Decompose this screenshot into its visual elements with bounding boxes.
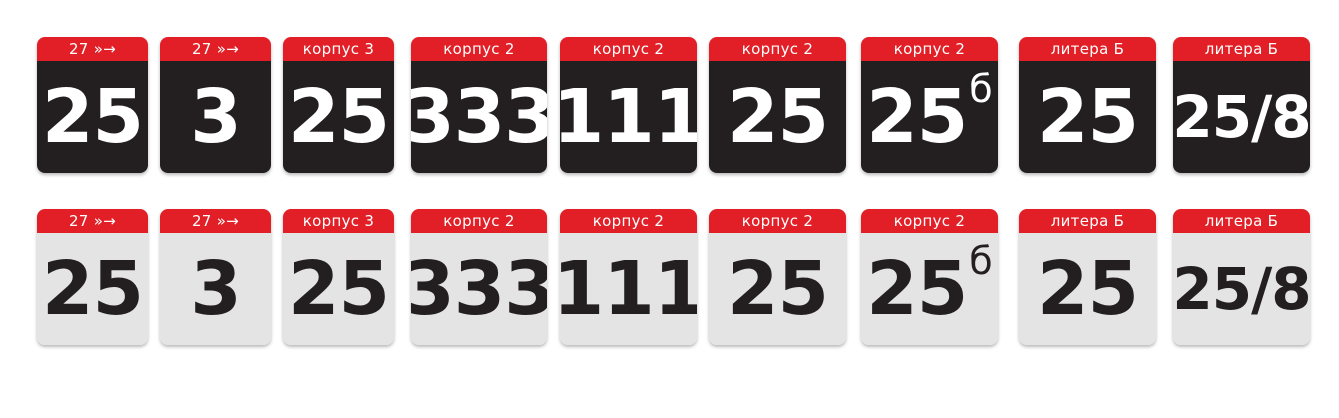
light-plates-row: 27 »→ 25 27 »→ 3 корпус 3 25 корпус 2 333 корпус… xyxy=(0,209,1339,347)
house-number-plate: 27 »→ 3 xyxy=(160,37,271,173)
house-number-plate: корпус 2 25 xyxy=(709,37,846,173)
plate-number-box: 25/8 xyxy=(1173,233,1310,345)
house-number-plate: 27 »→ 25 xyxy=(37,37,148,173)
plate-label: 27 »→ xyxy=(160,37,271,61)
plate-number: 25/8 xyxy=(1173,255,1310,323)
plate-label: 27 »→ xyxy=(37,37,148,61)
plate-label: корпус 2 xyxy=(709,37,846,61)
house-number-plate: литера Б 25 xyxy=(1019,37,1156,173)
plate-number: 25 xyxy=(42,246,144,332)
plate-number-box: 25 б xyxy=(861,233,998,345)
plate-label: корпус 3 xyxy=(283,37,394,61)
house-number-plate: литера Б 25 xyxy=(1019,209,1156,345)
plate-label: корпус 2 xyxy=(861,37,998,61)
plate-number: 111 xyxy=(560,246,697,332)
plate-number-box: 3 xyxy=(160,61,271,173)
house-number-plate: корпус 3 25 xyxy=(283,37,394,173)
plate-number: 25 xyxy=(42,74,144,160)
plate-number-box: 25 xyxy=(283,61,394,173)
house-number-plate: литера Б 25/8 xyxy=(1173,37,1310,173)
plate-number-box: 3 xyxy=(160,233,271,345)
plate-number-box: 25 xyxy=(1019,61,1156,173)
house-number-plate: корпус 2 333 xyxy=(411,209,547,345)
house-number-plate: 27 »→ 25 xyxy=(37,209,148,345)
house-number-plate: корпус 2 25 xyxy=(709,209,846,345)
plate-number: 25 xyxy=(866,74,968,160)
plate-number-suffix: б xyxy=(969,239,993,283)
plate-number: 111 xyxy=(560,74,697,160)
plate-label: корпус 2 xyxy=(411,37,547,61)
plate-label: корпус 2 xyxy=(560,37,697,61)
house-number-plate: корпус 2 333 xyxy=(411,37,547,173)
plate-number: 25 xyxy=(727,74,829,160)
plate-number-box: 25 б xyxy=(861,61,998,173)
plate-number: 25 xyxy=(1037,74,1139,160)
plate-number: 3 xyxy=(190,246,241,332)
plate-number-box: 111 xyxy=(560,233,697,345)
house-number-plate: корпус 2 111 xyxy=(560,209,697,345)
house-number-plate: корпус 2 111 xyxy=(560,37,697,173)
plate-label: литера Б xyxy=(1173,37,1310,61)
plate-label: 27 »→ xyxy=(160,209,271,233)
plate-number-suffix: б xyxy=(969,67,993,111)
plate-label: корпус 2 xyxy=(861,209,998,233)
plate-number: 25 xyxy=(288,74,390,160)
house-number-plate: 27 »→ 3 xyxy=(160,209,271,345)
house-number-plate: корпус 3 25 xyxy=(283,209,394,345)
plate-number: 3 xyxy=(190,74,241,160)
plate-number-box: 25 xyxy=(37,61,148,173)
plate-number: 25 xyxy=(1037,246,1139,332)
plate-number: 333 xyxy=(411,74,547,160)
plate-number-box: 25/8 xyxy=(1173,61,1310,173)
house-number-plate: корпус 2 25 б xyxy=(861,209,998,345)
plate-number: 333 xyxy=(411,246,547,332)
dark-plates-row: 27 »→ 25 27 »→ 3 корпус 3 25 корпус 2 333 корпус… xyxy=(0,37,1339,175)
plate-label: корпус 2 xyxy=(560,209,697,233)
plate-number: 25 xyxy=(288,246,390,332)
plate-number: 25 xyxy=(727,246,829,332)
plate-label: литера Б xyxy=(1019,209,1156,233)
plate-number-box: 25 xyxy=(709,233,846,345)
plate-number: 25/8 xyxy=(1173,83,1310,151)
plate-label: корпус 2 xyxy=(411,209,547,233)
plate-number: 25 xyxy=(866,246,968,332)
plate-label: корпус 2 xyxy=(709,209,846,233)
plate-label: 27 »→ xyxy=(37,209,148,233)
plate-label: литера Б xyxy=(1019,37,1156,61)
plate-number-box: 333 xyxy=(411,61,547,173)
plate-number-box: 25 xyxy=(283,233,394,345)
house-number-plate: литера Б 25/8 xyxy=(1173,209,1310,345)
plate-number-box: 25 xyxy=(709,61,846,173)
plate-label: литера Б xyxy=(1173,209,1310,233)
plate-number-box: 111 xyxy=(560,61,697,173)
plate-number-box: 333 xyxy=(411,233,547,345)
house-number-plate: корпус 2 25 б xyxy=(861,37,998,173)
plate-number-box: 25 xyxy=(37,233,148,345)
plate-label: корпус 3 xyxy=(283,209,394,233)
plate-number-box: 25 xyxy=(1019,233,1156,345)
